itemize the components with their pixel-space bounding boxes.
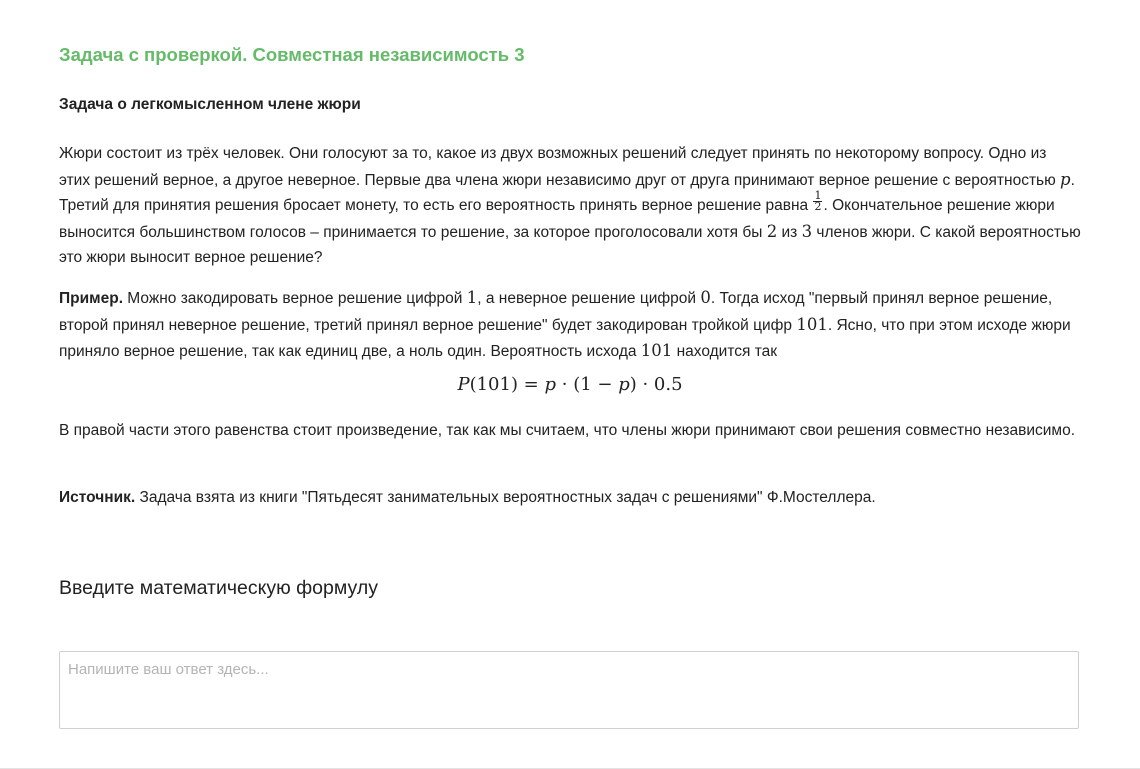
answer-heading: Введите математическую формулу: [59, 577, 378, 599]
fraction-denominator: 2: [814, 200, 822, 214]
problem-text-4: из: [777, 223, 802, 241]
math-one: 1: [466, 288, 478, 307]
math-p: p: [1060, 169, 1071, 189]
example-paragraph: Пример. Можно закодировать верное решени…: [59, 285, 1081, 365]
example-label: Пример.: [59, 290, 123, 307]
formula-end: ) · 0.5: [629, 374, 683, 395]
math-zero: 0: [700, 288, 711, 307]
math-101-second: 101: [640, 341, 673, 360]
task-title: Задача о легкомысленном члене жюри: [59, 96, 361, 113]
math-101-first: 101: [796, 314, 828, 334]
formula-p1: p: [544, 374, 557, 395]
math-two: 2: [766, 221, 778, 241]
source-paragraph: Источник. Задача взята из книги "Пятьдес…: [59, 485, 1081, 511]
source-label: Источник.: [59, 489, 136, 506]
formula-P: P: [457, 374, 470, 395]
answer-input[interactable]: [59, 651, 1079, 729]
problem-statement: Жюри состоит из трёх человек. Они голосу…: [59, 141, 1081, 271]
source-text: Задача взята из книги "Пятьдесят занимат…: [135, 489, 876, 506]
problem-text-1: Жюри состоит из трёх человек. Они голосу…: [59, 145, 1061, 189]
fraction-one-half: 12: [813, 190, 823, 214]
formula-arg: (101) =: [469, 374, 545, 395]
example-text-1: Можно закодировать верное решение цифрой: [123, 290, 467, 307]
step-title: Задача с проверкой. Совместная независим…: [59, 44, 525, 65]
probability-formula: P(101) = p · (1 − p) · 0.5: [59, 374, 1081, 395]
example-text-2: , а неверное решение цифрой: [477, 290, 701, 307]
explanation-paragraph: В правой части этого равенства стоит про…: [59, 422, 1076, 439]
example-text-5: находится так: [672, 343, 778, 360]
math-three: 3: [801, 221, 813, 241]
formula-mid: · (1 −: [556, 374, 619, 395]
formula-p2: p: [618, 374, 630, 395]
